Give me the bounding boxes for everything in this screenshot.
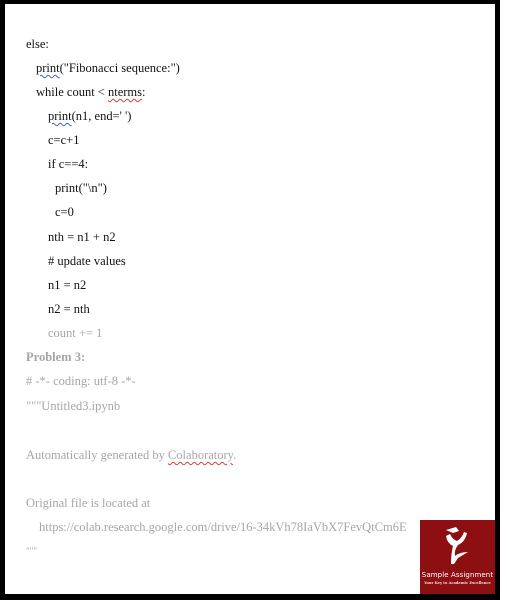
code-line: n1 = n2 (48, 278, 87, 292)
generated-by-line: Automatically generated by Colaboratory. (26, 448, 236, 462)
code-line-print-header: print("Fibonacci sequence:") (36, 61, 180, 75)
docstring-close: """ (26, 546, 38, 556)
docstring-open: """Untitled3.ipynb (26, 399, 121, 413)
coding-declaration: # -*- coding: utf-8 -*- (26, 374, 136, 388)
problem-heading: Problem 3: (26, 350, 86, 364)
brand-tagline: Your Key to Academic Excellence (424, 581, 491, 585)
code-text: ("Fibonacci sequence:") (59, 61, 180, 75)
code-line-else: else: (26, 37, 49, 51)
original-file-label: Original file is located at (26, 496, 151, 510)
spellcheck-flagged-word[interactable]: nterms (108, 85, 142, 99)
code-line-print-n1: print(n1, end=' ') (48, 109, 131, 123)
code-line-while: while count < nterms: (36, 85, 145, 99)
code-text: : (142, 85, 146, 99)
code-line-comment: # update values (48, 254, 126, 268)
code-text: else: (26, 37, 49, 51)
spellcheck-flagged-word[interactable]: print (36, 61, 60, 75)
code-line: n2 = nth (48, 302, 90, 316)
brand-name: Sample Assignment (421, 571, 494, 579)
code-line: c=0 (55, 205, 74, 219)
generated-by-suffix: . (233, 448, 237, 462)
sample-assignment-watermark: Sample Assignment Your Key to Academic E… (420, 520, 495, 594)
code-line: if c==4: (48, 157, 89, 171)
code-line: print("\n") (55, 181, 107, 195)
code-text: (n1, end=' ') (71, 109, 132, 123)
code-line: count += 1 (48, 326, 103, 340)
generated-by-prefix: Automatically generated by (26, 448, 168, 462)
code-line: c=c+1 (48, 133, 80, 147)
code-line: nth = n1 + n2 (48, 230, 116, 244)
colaboratory-link[interactable]: Colaboratory (168, 448, 233, 462)
original-file-url[interactable]: https://colab.research.google.com/drive/… (39, 520, 407, 534)
running-figure-icon (446, 527, 468, 564)
code-text: while count < (36, 85, 108, 99)
spellcheck-flagged-word[interactable]: print (48, 109, 72, 123)
